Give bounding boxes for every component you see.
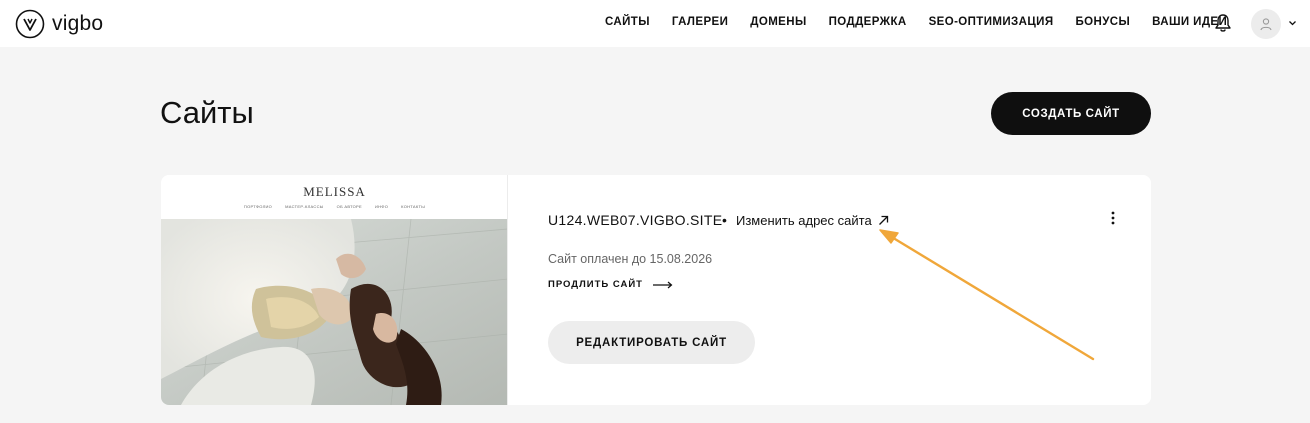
change-address-link[interactable]: Изменить адрес сайта <box>736 213 889 228</box>
main-nav: САЙТЫ ГАЛЕРЕИ ДОМЕНЫ ПОДДЕРЖКА SEO-ОПТИМ… <box>605 16 1227 28</box>
top-bar: vigbo САЙТЫ ГАЛЕРЕИ ДОМЕНЫ ПОДДЕРЖКА SEO… <box>0 0 1310 47</box>
preview-brand: MELISSA <box>303 184 366 199</box>
preview-menu-item: КОНТАКТЫ <box>401 204 426 209</box>
nav-galleries[interactable]: ГАЛЕРЕИ <box>672 16 728 28</box>
logo-text: vigbo <box>52 12 104 35</box>
nav-domains[interactable]: ДОМЕНЫ <box>750 16 806 28</box>
site-preview[interactable]: MELISSA ПОРТФОЛИО МАСТЕР-КЛАССЫ ОБ АВТОР… <box>161 175 508 405</box>
bell-icon[interactable] <box>1214 13 1232 33</box>
more-vertical-icon[interactable] <box>1106 210 1120 226</box>
preview-menu-item: МАСТЕР-КЛАССЫ <box>285 204 324 209</box>
preview-header: MELISSA ПОРТФОЛИО МАСТЕР-КЛАССЫ ОБ АВТОР… <box>161 175 507 219</box>
chevron-down-icon[interactable] <box>1288 19 1297 27</box>
arrow-right-icon <box>652 281 673 288</box>
avatar[interactable] <box>1251 9 1281 39</box>
arrow-up-right-icon <box>878 215 888 225</box>
nav-bonuses[interactable]: БОНУСЫ <box>1075 16 1130 28</box>
page-title: Сайты <box>160 95 254 130</box>
preview-photo <box>161 219 507 405</box>
vigbo-logo-icon <box>15 9 45 39</box>
home-logo[interactable]: vigbo <box>15 9 103 39</box>
extend-site-link[interactable]: ПРОДЛИТЬ САЙТ <box>548 279 673 290</box>
preview-menu-item: ИНФО <box>374 204 389 209</box>
paid-until-text: Сайт оплачен до 15.08.2026 <box>548 252 713 266</box>
create-site-button[interactable]: СОЗДАТЬ САЙТ <box>991 92 1151 135</box>
change-address-label: Изменить адрес сайта <box>736 213 872 228</box>
nav-seo[interactable]: SEO-ОПТИМИЗАЦИЯ <box>929 16 1054 28</box>
preview-menu-item: ОБ АВТОРЕ <box>336 204 362 209</box>
edit-site-button[interactable]: РЕДАКТИРОВАТЬ САЙТ <box>548 321 755 364</box>
site-domain[interactable]: U124.WEB07.VIGBO.SITE <box>548 212 722 228</box>
user-icon <box>1260 18 1272 31</box>
preview-menu: ПОРТФОЛИО МАСТЕР-КЛАССЫ ОБ АВТОРЕ ИНФО К… <box>161 204 507 209</box>
extend-site-label: ПРОДЛИТЬ САЙТ <box>548 279 643 290</box>
nav-support[interactable]: ПОДДЕРЖКА <box>829 16 907 28</box>
preview-menu-item: ПОРТФОЛИО <box>243 204 273 209</box>
nav-sites[interactable]: САЙТЫ <box>605 16 650 28</box>
separator-dot: • <box>722 212 727 228</box>
site-card: MELISSA ПОРТФОЛИО МАСТЕР-КЛАССЫ ОБ АВТОР… <box>161 175 1151 405</box>
